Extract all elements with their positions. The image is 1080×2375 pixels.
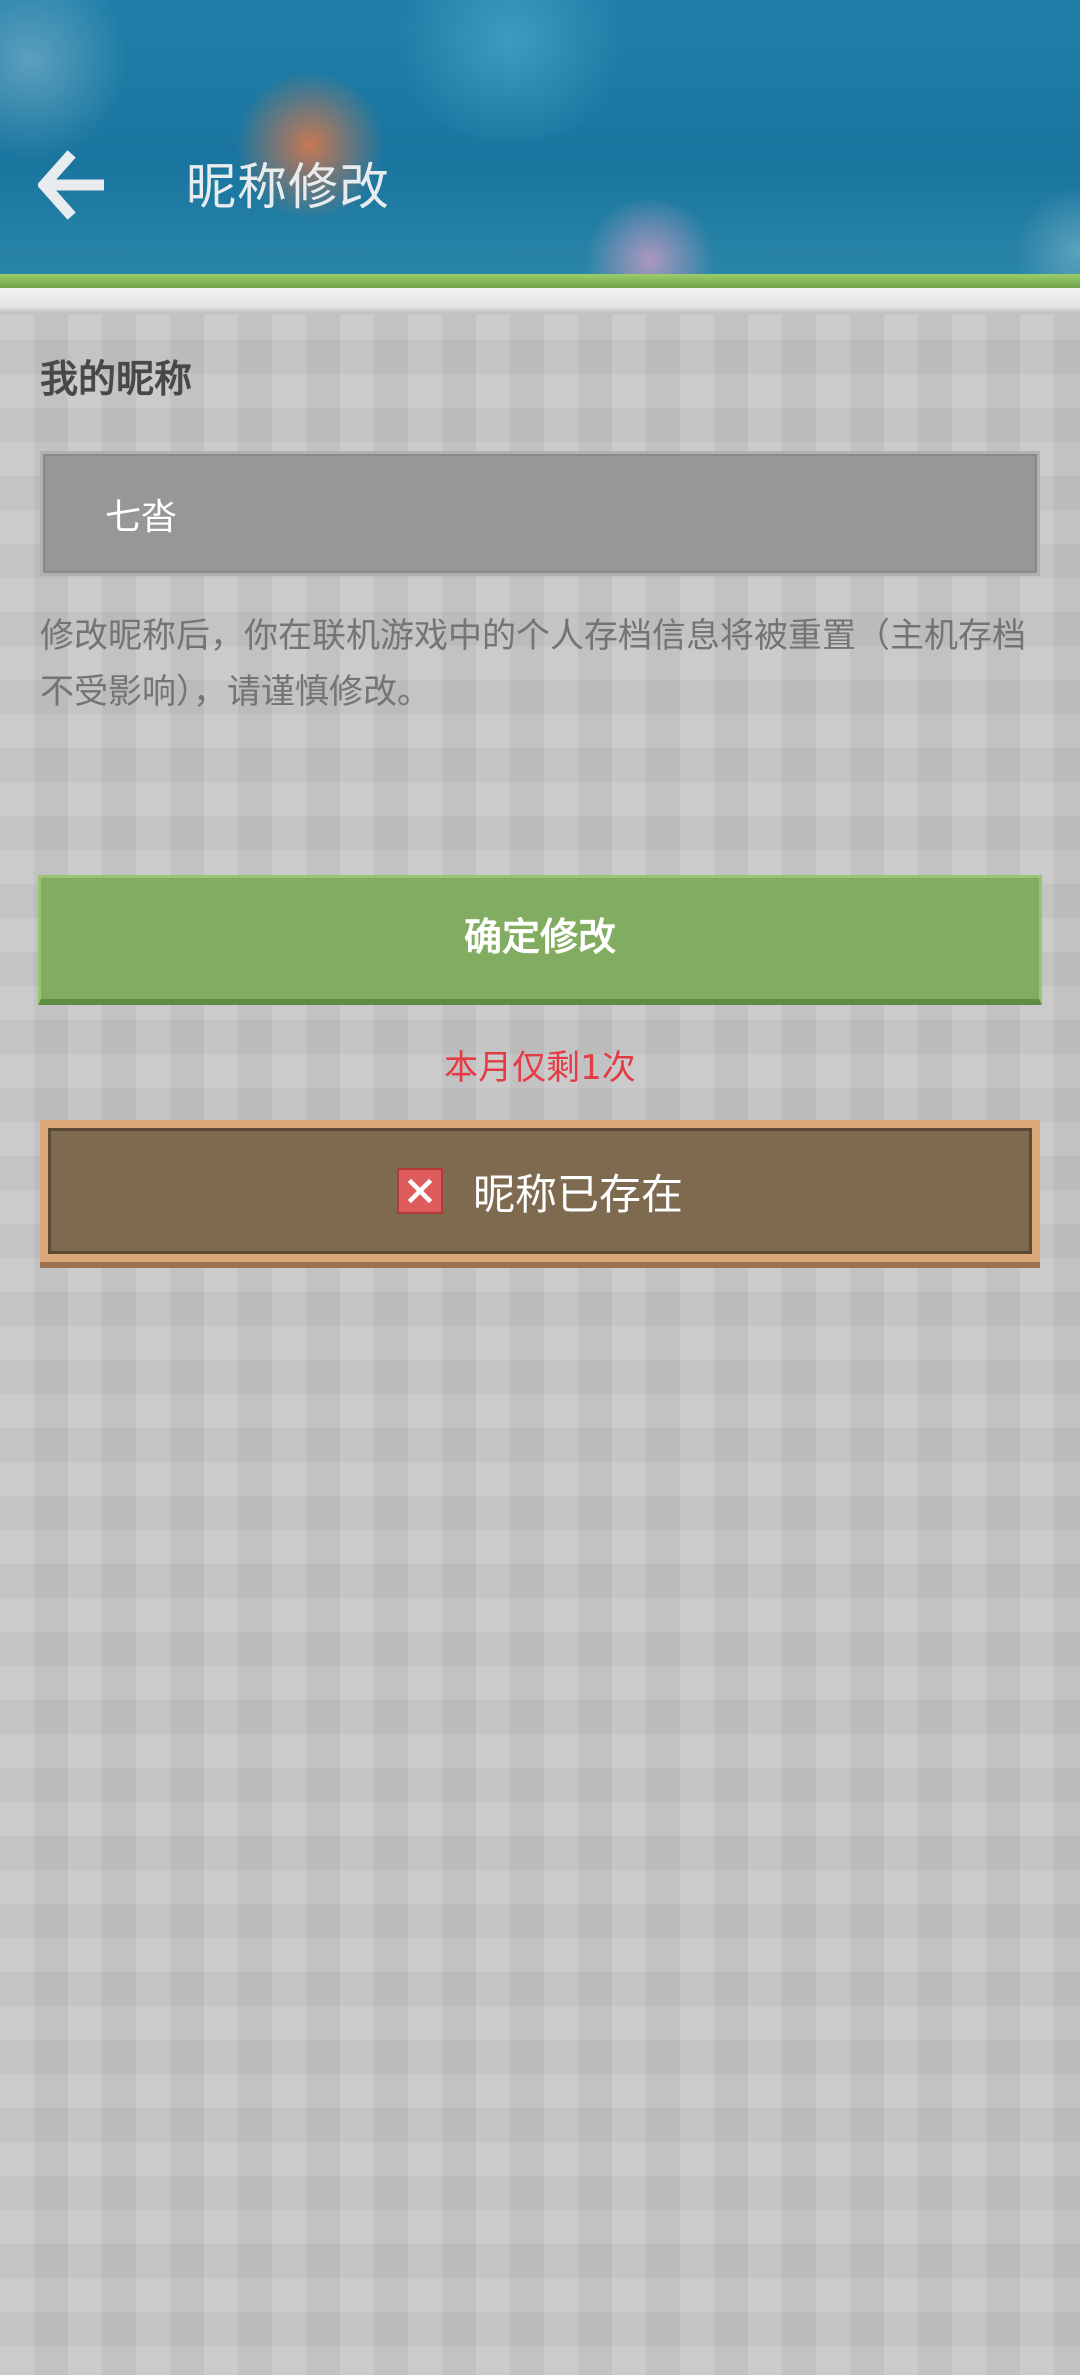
remaining-count-text: 本月仅剩1次 xyxy=(444,1048,636,1088)
back-button[interactable] xyxy=(38,150,108,220)
header-bar: 昵称修改 xyxy=(0,0,1080,276)
background-bubble xyxy=(580,200,720,276)
error-x-icon xyxy=(396,1168,443,1214)
toast-body: 昵称已存在 xyxy=(48,1128,1032,1254)
header-shadow xyxy=(0,288,1080,314)
nickname-section-label: 我的昵称 xyxy=(40,357,193,401)
background-bubble xyxy=(380,0,640,140)
back-arrow-icon xyxy=(38,150,104,220)
background-bubble xyxy=(1010,190,1080,276)
close-x-glyph xyxy=(407,1178,433,1204)
toast-message: 昵称已存在 xyxy=(472,1169,683,1219)
page-title: 昵称修改 xyxy=(186,158,390,216)
nickname-warning-text: 修改昵称后，你在联机游戏中的个人存档信息将被重置（主机存档不受影响），请谨慎修改… xyxy=(40,616,1026,712)
error-toast: 昵称已存在 xyxy=(40,1120,1040,1268)
toast-edge xyxy=(40,1262,1040,1268)
nickname-input[interactable] xyxy=(40,451,1040,576)
confirm-change-button[interactable]: 确定修改 xyxy=(38,875,1042,1005)
header-divider xyxy=(0,274,1080,288)
background-bubble xyxy=(0,0,130,160)
